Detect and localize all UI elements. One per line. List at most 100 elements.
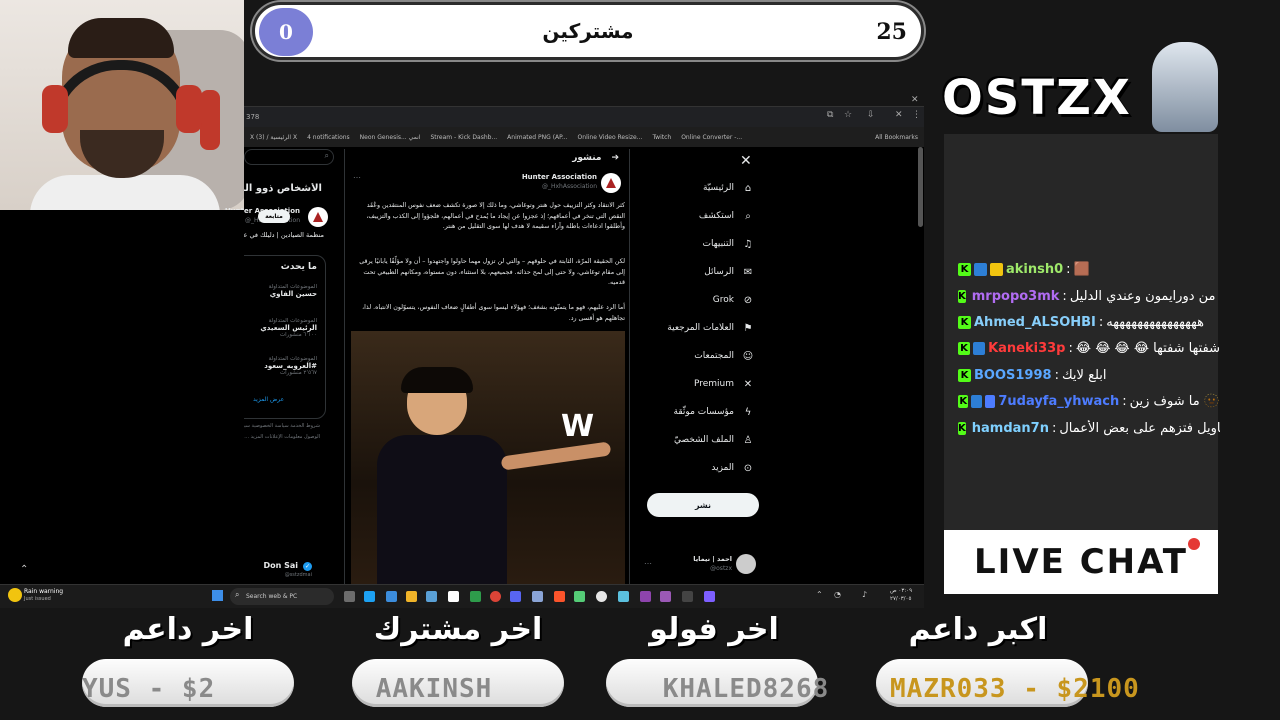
x-search-box[interactable]: ⌕ <box>244 149 334 165</box>
avatar <box>736 554 756 574</box>
nav-more[interactable]: المزيد ⊙ <box>604 457 754 479</box>
weather-title[interactable]: Rain warning <box>24 588 63 595</box>
search-icon: ⌕ <box>235 590 240 599</box>
clock-time[interactable]: ٠٣:٠٩ ص <box>890 588 912 594</box>
task-view-icon[interactable] <box>344 591 355 602</box>
show-more-link[interactable]: عرض المزيد <box>253 396 284 403</box>
window-close-icon[interactable]: ✕ <box>911 95 919 105</box>
follow-button[interactable]: متابعة <box>258 210 290 223</box>
brave-icon[interactable] <box>554 591 565 602</box>
meme-text: W <box>561 409 595 444</box>
back-arrow-icon[interactable]: ➔ <box>611 153 619 163</box>
bookmark-item[interactable]: Online Video Resize... <box>578 134 643 141</box>
taskbar-search-input[interactable]: ⌕ Search web & PC <box>230 588 334 605</box>
badge-icon <box>974 263 987 276</box>
nav-notifications[interactable]: التنبيهات ♫ <box>604 233 754 255</box>
avatar[interactable] <box>308 207 328 227</box>
app-icon[interactable] <box>470 591 481 602</box>
app-icon[interactable] <box>532 591 543 602</box>
stat-heading: اخر فولو <box>649 612 779 647</box>
app-icon[interactable] <box>574 591 585 602</box>
account-switcher[interactable]: … احمد | نيمايا @ostzx <box>644 553 756 577</box>
store-icon[interactable] <box>386 591 397 602</box>
kick-icon: K <box>958 316 971 329</box>
kick-icon: K <box>958 290 966 303</box>
bottom-user-name: Don Sai <box>263 561 298 570</box>
app-icon[interactable] <box>448 591 459 602</box>
nav-grok[interactable]: Grok ⊘ <box>604 289 754 311</box>
scrollbar[interactable] <box>918 147 923 227</box>
mail-icon: ✉ <box>743 266 753 278</box>
discord-icon[interactable] <box>510 591 521 602</box>
nav-label: التنبيهات <box>702 239 734 249</box>
home-icon: ⌂ <box>744 182 752 194</box>
bookmark-item[interactable]: Animated PNG (AP... <box>507 134 567 141</box>
post-button[interactable]: نشر <box>647 493 759 517</box>
chat-text: ابلع لايك <box>1061 368 1107 383</box>
nav-label: الرئيسيّة <box>703 183 734 193</box>
download-icon[interactable]: ⇩ <box>867 110 875 120</box>
edge-icon[interactable] <box>364 591 375 602</box>
chat-text: فيه مزروفه من دورايمون وعندي الدليل <box>1069 289 1220 304</box>
post-author-name[interactable]: Hunter Association <box>522 173 597 181</box>
bookmark-item[interactable]: 4 notifications <box>307 134 350 141</box>
chat-username: Kaneki33p <box>988 341 1066 356</box>
post-header: منشور ➔ <box>572 153 619 163</box>
bookmarks-bar: X الرئيسية / (3) X 4 notifications Neon … <box>244 127 924 147</box>
nav-verified-orgs[interactable]: مؤسسات موثّقة ϟ <box>604 401 754 423</box>
chat-username: hamdan7n <box>971 421 1049 436</box>
app-icon[interactable] <box>682 591 693 602</box>
more-icon: ⊙ <box>743 462 753 474</box>
menu-dots-icon[interactable]: ⋮ <box>912 110 921 120</box>
app-icon[interactable] <box>704 591 715 602</box>
bookmark-item[interactable]: Twitch <box>652 134 671 141</box>
chat-username: akinsh0 <box>1006 262 1064 277</box>
bookmark-item[interactable]: Online Converter -... <box>681 134 742 141</box>
nav-bookmarks[interactable]: العلامات المرجعية ⚑ <box>604 317 754 339</box>
chat-username: Ahmed_ALSOHBI <box>974 315 1096 330</box>
nav-home[interactable]: الرئيسيّة ⌂ <box>604 177 754 199</box>
wifi-icon[interactable]: ◔ <box>834 590 841 599</box>
nav-premium[interactable]: Premium ✕ <box>604 373 754 395</box>
volume-icon[interactable]: ♪ <box>862 590 867 599</box>
more-icon[interactable]: … <box>353 171 361 180</box>
app-icon[interactable] <box>660 591 671 602</box>
clock-date: ٢٧/٠٣/٠٥ <box>890 596 912 602</box>
windows-start-icon[interactable] <box>212 590 223 601</box>
chevron-up-icon[interactable]: ⌃ <box>20 564 28 575</box>
grok-icon: ⊘ <box>743 294 753 306</box>
bookmark-item[interactable]: Neon Genesis... انمي <box>360 134 421 141</box>
chat-username: BOOS1998 <box>974 368 1052 383</box>
extension-icon[interactable]: ⧉ <box>827 110 833 120</box>
browser-window: 378 ⧉ ☆ ⇩ ✕ ✕ ⋮ X الرئيسية / (3) X 4 not… <box>158 95 924 585</box>
nav-messages[interactable]: الرسائل ✉ <box>604 261 754 283</box>
explorer-icon[interactable] <box>406 591 417 602</box>
all-bookmarks[interactable]: All Bookmarks <box>875 134 924 141</box>
nav-label: Grok <box>712 295 734 305</box>
app-icon[interactable] <box>618 591 629 602</box>
kick-icon: K <box>958 369 971 382</box>
nav-profile[interactable]: الملف الشخصيّ ♙ <box>604 429 754 451</box>
bookmark-item[interactable]: Stream - Kick Dashb... <box>430 134 497 141</box>
github-icon[interactable] <box>596 591 607 602</box>
nav-explore[interactable]: استكشف ⌕ <box>604 205 754 227</box>
post-header-title: منشور <box>572 153 602 163</box>
search-icon: ⌕ <box>324 151 329 160</box>
tab-fragment[interactable]: 378 <box>246 113 259 121</box>
kick-icon: K <box>958 263 971 276</box>
meme-body <box>377 435 507 585</box>
chrome-icon[interactable] <box>490 591 501 602</box>
close-icon[interactable]: ✕ <box>895 110 903 120</box>
telegram-icon[interactable] <box>426 591 437 602</box>
nav-communities[interactable]: المجتمعات ☺ <box>604 345 754 367</box>
star-icon[interactable]: ☆ <box>844 110 852 120</box>
meme-arm <box>500 441 612 471</box>
last-subscriber-value: AAKINSH <box>375 674 493 704</box>
live-chat-label: LIVE CHAT <box>944 530 1218 594</box>
weather-sub: Just issued <box>24 596 51 602</box>
app-icon[interactable] <box>640 591 651 602</box>
bookmark-item[interactable]: X الرئيسية / (3) X <box>250 134 297 141</box>
post-image[interactable]: W <box>351 331 625 585</box>
chevron-up-icon[interactable]: ⌃ <box>816 590 823 599</box>
subscriber-goal-bar: 0 مشتركين 25 <box>252 2 924 60</box>
